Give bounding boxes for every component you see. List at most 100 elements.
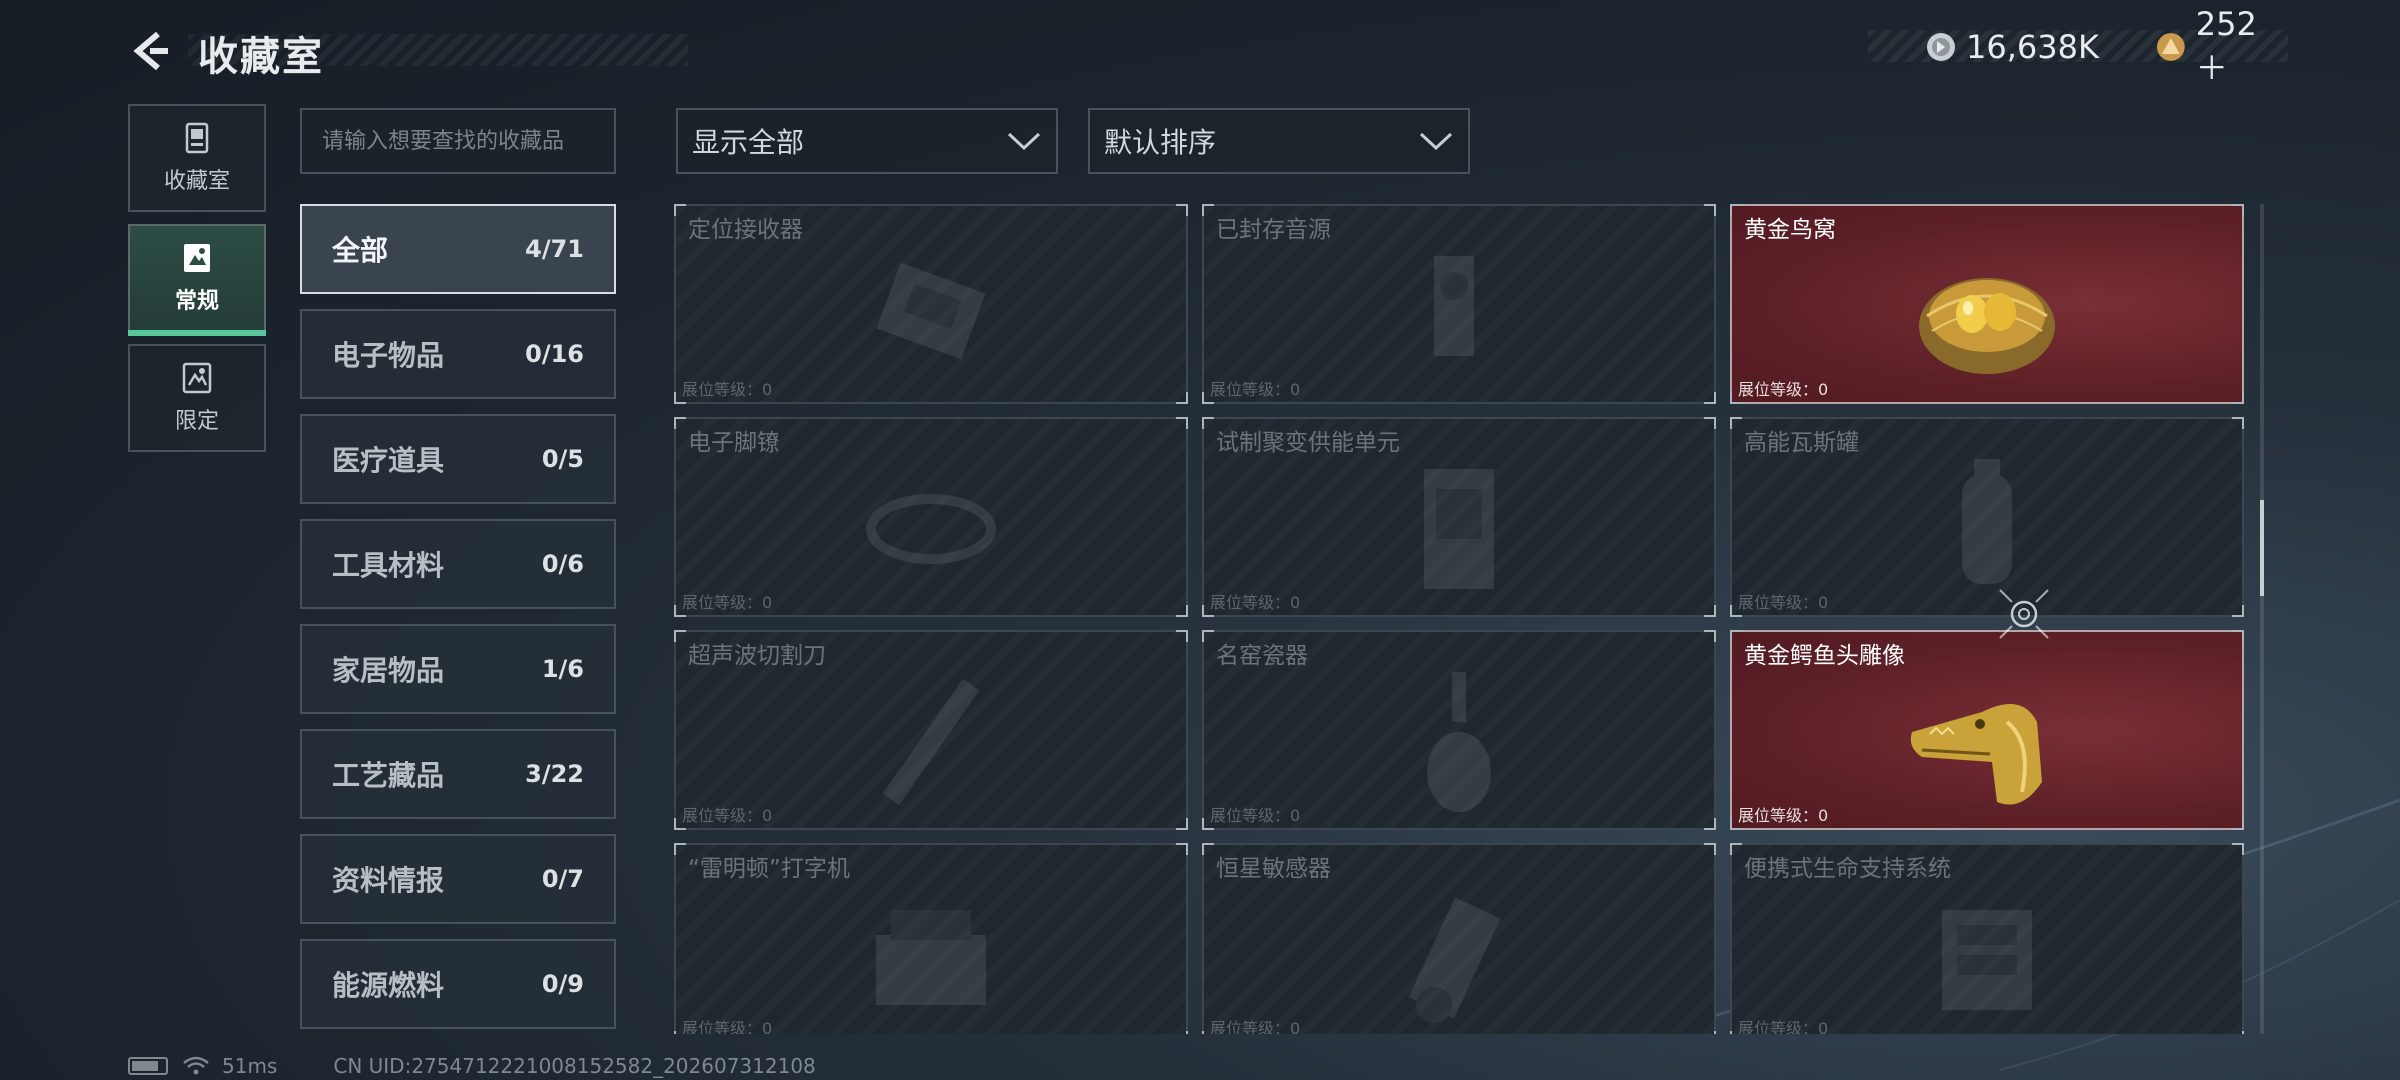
collection-card[interactable]: 定位接收器 展位等级：0 [674,204,1188,404]
item-name: 恒星敏感器 [1216,856,1331,882]
life-support-system-icon [1942,910,2032,1010]
item-level: 展位等级：0 [1738,1019,1829,1034]
nav-label: 收藏室 [163,169,230,194]
gas-canister-icon [1962,459,2012,584]
currency-display: 16,638K 252＋ [1868,5,2288,87]
silver-currency-value: 16,638K [1966,28,2099,66]
back-arrow-icon[interactable] [128,28,174,74]
nav-limited[interactable]: 限定 [128,344,266,452]
collection-card[interactable]: 名窑瓷器 展位等级：0 [1202,630,1716,830]
category-count: 0/5 [541,445,584,473]
item-name: 试制聚变供能单元 [1216,430,1400,456]
category-energy[interactable]: 能源燃料 0/9 [300,939,616,1029]
item-level: 展位等级：0 [1210,806,1301,825]
item-level: 展位等级：0 [682,593,773,612]
display-filter-dropdown[interactable]: 显示全部 [676,108,1058,174]
search-input[interactable] [322,128,594,154]
collection-card[interactable]: 恒星敏感器 展位等级：0 [1202,843,1716,1034]
collection-card[interactable]: 试制聚变供能单元 展位等级：0 [1202,417,1716,617]
status-bar: 51ms CN UID:2754712221008152582_20260731… [128,1054,816,1078]
category-count: 3/22 [525,760,584,788]
battery-icon [128,1057,168,1075]
currency-gold: 252＋ [2156,5,2288,87]
crosshair-target-icon [1999,589,2049,639]
star-sensor-icon [1408,897,1501,1023]
silver-coin-icon [1927,33,1955,61]
collection-card[interactable]: 黄金鳄鱼头雕像 展位等级：0 [1730,630,2244,830]
item-name: “雷明顿”打字机 [688,856,850,882]
ultrasonic-cutter-icon [882,678,980,806]
category-all[interactable]: 全部 4/71 [300,204,616,294]
category-count: 0/6 [541,550,584,578]
fusion-power-unit-icon [1424,469,1494,589]
item-level: 展位等级：0 [682,380,773,399]
ping-value: 51ms [222,1054,278,1078]
page-title: 收藏室 [198,34,324,80]
item-name: 高能瓦斯罐 [1744,430,1859,456]
chevron-down-icon [1007,132,1041,151]
user-uid: CN UID:2754712221008152582_202607312108 [333,1054,816,1078]
grid-scrollbar[interactable] [2260,204,2264,1034]
nav-regular[interactable]: 常规 [128,224,266,336]
item-name: 超声波切割刀 [688,643,826,669]
collection-card[interactable]: 便携式生命支持系统 展位等级：0 [1730,843,2244,1034]
collection-card[interactable]: 高能瓦斯罐 展位等级：0 [1730,417,2244,617]
item-name: 名窑瓷器 [1216,643,1308,669]
gold-triangle-coin-icon [2156,33,2185,61]
chevron-down-icon [1419,132,1453,151]
item-name: 定位接收器 [688,217,803,243]
collection-card[interactable]: 黄金鸟窝 展位等级：0 [1730,204,2244,404]
item-name: 黄金鸟窝 [1744,217,1836,243]
item-level: 展位等级：0 [1738,806,1829,825]
nav-collection-room[interactable]: 收藏室 [128,104,266,212]
category-tools[interactable]: 工具材料 0/6 [300,519,616,609]
gold-currency-value: 252＋ [2195,5,2257,87]
category-intel[interactable]: 资料情报 0/7 [300,834,616,924]
item-level: 展位等级：0 [1210,1019,1301,1034]
collection-card[interactable]: 超声波切割刀 展位等级：0 [674,630,1188,830]
category-label: 工具材料 [332,549,445,582]
scrollbar-thumb[interactable] [2260,500,2264,596]
item-level: 展位等级：0 [682,806,773,825]
category-household[interactable]: 家居物品 1/6 [300,624,616,714]
item-level: 展位等级：0 [1210,380,1301,399]
regular-card-icon [184,244,210,272]
sort-value: 默认排序 [1104,126,1217,159]
porcelain-vase-icon [1427,672,1491,812]
item-level: 展位等级：0 [1738,593,1829,612]
electronic-anklet-icon [866,494,996,564]
display-filter-value: 显示全部 [692,126,805,159]
collection-room-icon [185,122,209,154]
item-name: 黄金鳄鱼头雕像 [1744,643,1905,669]
category-label: 工艺藏品 [332,759,445,792]
category-label: 能源燃料 [332,969,445,1002]
limited-card-icon [182,362,212,394]
item-name: 电子脚镣 [688,430,780,456]
sealed-audio-icon [1434,256,1474,356]
page-header: 收藏室 [128,20,688,80]
category-label: 医疗道具 [332,444,445,477]
wifi-icon [183,1056,209,1075]
sort-dropdown[interactable]: 默认排序 [1088,108,1470,174]
category-medical[interactable]: 医疗道具 0/5 [300,414,616,504]
category-label: 全部 [332,234,389,267]
item-name: 便携式生命支持系统 [1744,856,1951,882]
nav-label: 限定 [174,409,219,434]
typewriter-icon [876,910,986,1005]
collection-card[interactable]: “雷明顿”打字机 展位等级：0 [674,843,1188,1034]
left-nav: 收藏室 常规 限定 [128,104,266,464]
golden-nest-icon [1919,278,2055,374]
category-label: 电子物品 [332,339,445,372]
category-label: 资料情报 [332,864,445,897]
item-name: 已封存音源 [1216,217,1331,243]
category-electronics[interactable]: 电子物品 0/16 [300,309,616,399]
search-box[interactable] [300,108,616,174]
item-level: 展位等级：0 [1210,593,1301,612]
item-level: 展位等级：0 [682,1019,773,1034]
collection-card[interactable]: 已封存音源 展位等级：0 [1202,204,1716,404]
category-count: 4/71 [525,235,584,263]
collection-card[interactable]: 电子脚镣 展位等级：0 [674,417,1188,617]
category-crafts[interactable]: 工艺藏品 3/22 [300,729,616,819]
nav-label: 常规 [174,289,219,314]
category-count: 0/7 [541,865,584,893]
